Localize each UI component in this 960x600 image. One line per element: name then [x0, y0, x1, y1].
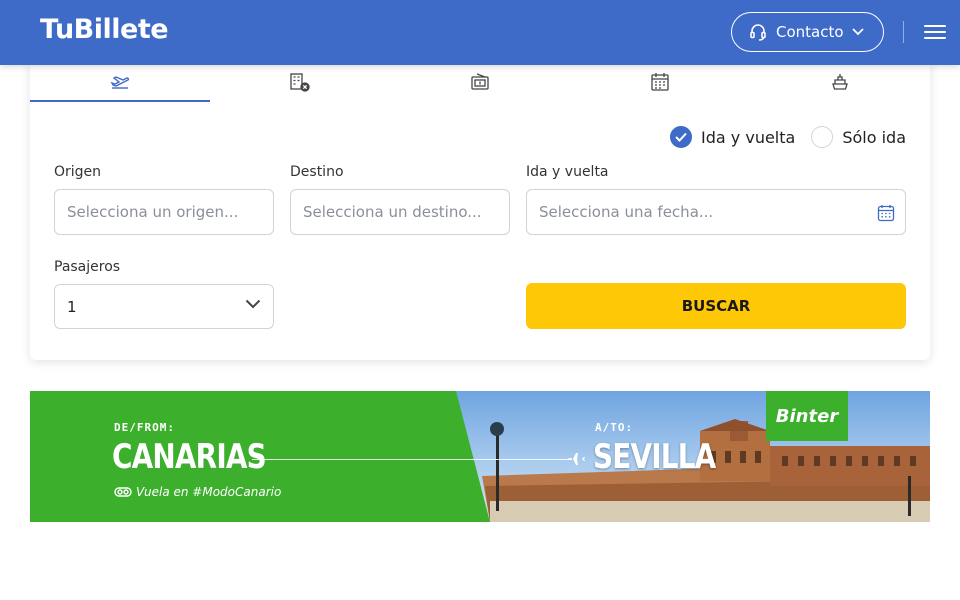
tab-tickets[interactable]	[390, 62, 570, 102]
dates-input[interactable]	[539, 203, 905, 221]
calendar-icon	[651, 73, 669, 91]
destination-input[interactable]	[303, 203, 509, 221]
plane-takeoff-icon	[110, 76, 130, 89]
header-divider	[903, 21, 904, 43]
one-way-label: Sólo ida	[842, 127, 906, 147]
banner-from-label: DE/FROM:	[114, 421, 175, 434]
one-way-radio[interactable]: Sólo ida	[811, 126, 906, 148]
route-line	[252, 459, 572, 460]
plane-icon	[567, 453, 585, 465]
passengers-value: 1	[67, 297, 77, 316]
round-trip-label: Ida y vuelta	[701, 127, 796, 147]
banner-tagline: Vuela en #ModoCanario	[114, 485, 281, 499]
dates-label: Ida y vuelta	[526, 164, 609, 180]
headset-icon	[750, 24, 766, 41]
top-header: TuBillete Contacto	[0, 0, 960, 65]
trip-type-selector: Ida y vuelta Sólo ida	[670, 126, 906, 148]
promo-banner[interactable]: DE/FROM: CANARIAS Vuela en #ModoCanario …	[30, 391, 930, 522]
destination-field[interactable]	[290, 189, 510, 235]
hotel-cancel-icon	[290, 73, 310, 92]
chevron-down-icon	[245, 299, 261, 309]
radio-circle-icon	[811, 126, 834, 148]
origin-label: Origen	[54, 164, 102, 180]
search-panel: Ida y vuelta Sólo ida Origen Destino Ida…	[30, 62, 930, 360]
ticket-icon	[471, 73, 489, 90]
hamburger-menu-icon[interactable]	[924, 25, 946, 41]
binter-mark-icon	[114, 487, 132, 497]
ship-icon	[832, 74, 848, 90]
tab-calendar[interactable]	[570, 62, 750, 102]
round-trip-radio[interactable]: Ida y vuelta	[670, 126, 795, 148]
contact-label: Contacto	[776, 23, 844, 41]
chevron-down-icon	[851, 28, 864, 36]
tab-flights[interactable]	[30, 62, 210, 102]
check-icon	[670, 126, 693, 148]
banner-to-label: A/TO:	[595, 421, 634, 434]
product-tabs	[30, 62, 930, 102]
origin-input[interactable]	[67, 203, 273, 221]
banner-tagline-text: Vuela en #ModoCanario	[136, 485, 282, 499]
dates-field[interactable]	[526, 189, 906, 235]
contact-button[interactable]: Contacto	[731, 12, 884, 52]
binter-logo: Binter	[766, 391, 848, 441]
search-button[interactable]: BUSCAR	[526, 283, 906, 329]
passengers-select[interactable]: 1	[54, 284, 274, 329]
brand-logo[interactable]: TuBillete	[40, 14, 169, 45]
banner-destination: SEVILLA	[593, 437, 716, 477]
tab-ferries[interactable]	[750, 62, 930, 102]
destination-label: Destino	[290, 164, 344, 180]
passengers-label: Pasajeros	[54, 259, 121, 275]
calendar-picker-icon[interactable]	[877, 204, 895, 222]
origin-field[interactable]	[54, 189, 274, 235]
tab-hotels[interactable]	[210, 62, 390, 102]
banner-origin: CANARIAS	[112, 437, 267, 477]
